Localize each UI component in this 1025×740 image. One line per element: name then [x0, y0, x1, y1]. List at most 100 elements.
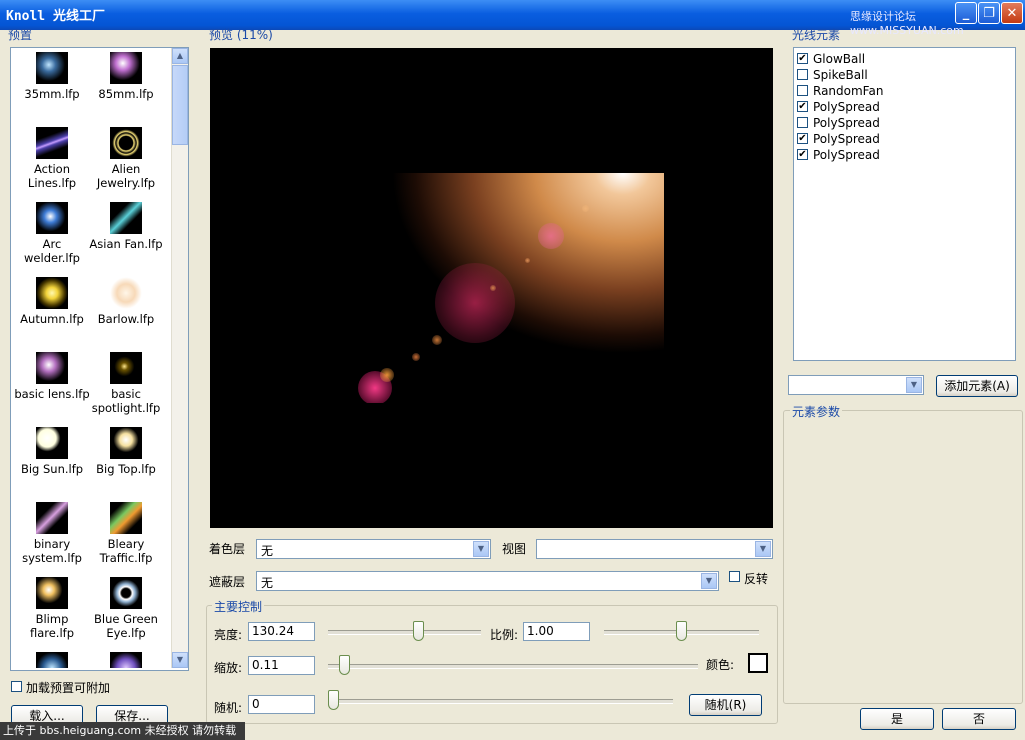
title-bar: Knoll 光线工厂 思缘设计论坛 www.MISSYUAN.com _ ❐ ✕ — [0, 0, 1025, 37]
preset-scrollbar[interactable]: ▲ ▼ — [171, 48, 188, 668]
chevron-down-icon[interactable]: ▼ — [701, 573, 717, 589]
view-label: 视图 — [502, 542, 527, 556]
random-button[interactable]: 随机(R) — [689, 694, 762, 716]
brightness-slider-track[interactable] — [328, 630, 481, 635]
elements-list[interactable]: ✔ GlowBall SpikeBall RandomFan ✔ PolySpread Po… — [793, 47, 1016, 361]
preset-label: Autumn.lfp — [20, 312, 84, 326]
preset-label: Blue Green Eye.lfp — [94, 612, 158, 640]
preset-label: binary system.lfp — [22, 537, 82, 565]
preset-label: basic spotlight.lfp — [91, 387, 161, 415]
preset-label: 85mm.lfp — [98, 87, 154, 101]
preset-item[interactable]: Blue Green Eye.lfp — [87, 577, 165, 640]
cancel-button[interactable]: 否 — [942, 708, 1016, 730]
scroll-thumb[interactable] — [172, 65, 188, 145]
element-name: RandomFan — [813, 84, 884, 98]
scale-slider-handle[interactable] — [339, 655, 350, 675]
preset-item[interactable]: basic lens.lfp — [13, 352, 91, 401]
chevron-down-icon[interactable]: ▼ — [755, 541, 771, 557]
preset-label: Big Sun.lfp — [20, 462, 84, 476]
app-title: Knoll 光线工厂 — [6, 9, 105, 24]
random-slider-handle[interactable] — [328, 690, 339, 710]
brightness-slider-handle[interactable] — [413, 621, 424, 641]
preset-item[interactable]: Action Lines.lfp — [13, 127, 91, 190]
element-name: GlowBall — [813, 52, 866, 66]
add-element-button[interactable]: 添加元素(A) — [936, 375, 1018, 397]
append-preset-checkbox[interactable] — [11, 681, 22, 692]
preset-label: Arc welder.lfp — [24, 237, 80, 265]
random-label: 随机: — [214, 701, 243, 715]
scroll-down-icon[interactable]: ▼ — [172, 652, 188, 668]
preset-item[interactable]: Alien Jewelry.lfp — [87, 127, 165, 190]
bottom-watermark: 上传于 bbs.heiguang.com 未经授权 请勿转载 — [0, 722, 245, 740]
scroll-up-icon[interactable]: ▲ — [172, 48, 188, 64]
scale-slider-track[interactable] — [328, 664, 698, 669]
preset-item[interactable]: Blimp flare.lfp — [13, 577, 91, 640]
preset-item[interactable]: 85mm.lfp — [87, 52, 165, 101]
element-checkbox[interactable]: ✔ — [797, 53, 808, 64]
preset-label: basic lens.lfp — [14, 387, 90, 401]
preset-item[interactable]: binary system.lfp — [13, 502, 91, 565]
preset-label: Alien Jewelry.lfp — [96, 162, 156, 190]
color-layer-select[interactable]: 无 ▼ — [256, 539, 491, 559]
close-button[interactable]: ✕ — [1001, 2, 1023, 24]
random-input[interactable]: 0 — [248, 695, 315, 714]
preset-item[interactable]: basic spotlight.lfp — [87, 352, 165, 415]
preset-label: 35mm.lfp — [24, 87, 80, 101]
flare-image — [320, 173, 664, 403]
flare-thumb — [110, 652, 142, 668]
element-name: PolySpread — [813, 100, 880, 114]
preset-item[interactable]: Bleary Traffic.lfp — [87, 502, 165, 565]
mask-layer-select[interactable]: 无 ▼ — [256, 571, 719, 591]
preset-item[interactable]: Big Top.lfp — [87, 427, 165, 476]
preset-item[interactable]: Barlow.lfp — [87, 277, 165, 326]
chevron-down-icon[interactable]: ▼ — [906, 377, 922, 393]
ok-button[interactable]: 是 — [860, 708, 934, 730]
element-name: PolySpread — [813, 116, 880, 130]
flare-thumb — [36, 127, 68, 159]
element-name: PolySpread — [813, 132, 880, 146]
ratio-input[interactable]: 1.00 — [523, 622, 590, 641]
flare-thumb — [110, 127, 142, 159]
flare-thumb — [36, 202, 68, 234]
element-name: PolySpread — [813, 148, 880, 162]
add-element-select[interactable]: ▼ — [788, 375, 924, 395]
element-checkbox[interactable] — [797, 85, 808, 96]
flare-thumb — [36, 352, 68, 384]
flare-thumb — [110, 577, 142, 609]
append-preset-label: 加载预置可附加 — [26, 681, 111, 695]
brightness-input[interactable]: 130.24 — [248, 622, 315, 641]
preset-item[interactable]: 35mm.lfp — [13, 52, 91, 101]
flare-thumb — [110, 277, 142, 309]
color-swatch[interactable] — [748, 653, 768, 673]
preview-canvas[interactable] — [210, 48, 773, 528]
element-checkbox[interactable]: ✔ — [797, 101, 808, 112]
ratio-slider-handle[interactable] — [676, 621, 687, 641]
random-slider-track[interactable] — [328, 699, 673, 704]
preset-label: Big Top.lfp — [96, 462, 156, 476]
main-controls-label: 主要控制 — [212, 598, 265, 615]
minimize-button[interactable]: _ — [955, 2, 977, 24]
restore-button[interactable]: ❐ — [978, 2, 1000, 24]
flare-thumb — [36, 652, 68, 668]
element-checkbox[interactable]: ✔ — [797, 149, 808, 160]
preset-label: Bleary Traffic.lfp — [99, 537, 153, 565]
element-checkbox[interactable] — [797, 69, 808, 80]
element-checkbox[interactable]: ✔ — [797, 133, 808, 144]
color-label: 颜色: — [706, 658, 735, 672]
preset-list[interactable]: 35mm.lfp 85mm.lfp Action Lines.lfp Alien Je… — [10, 47, 189, 671]
preset-item[interactable]: Autumn.lfp — [13, 277, 91, 326]
mask-layer-label: 遮蔽层 — [209, 575, 246, 589]
element-checkbox[interactable] — [797, 117, 808, 128]
view-select[interactable]: ▼ — [536, 539, 773, 559]
preset-label: Blimp flare.lfp — [29, 612, 75, 640]
preset-item[interactable]: Asian Fan.lfp — [87, 202, 165, 251]
preset-item[interactable]: Big Sun.lfp — [13, 427, 91, 476]
invert-checkbox[interactable] — [729, 571, 740, 582]
chevron-down-icon[interactable]: ▼ — [473, 541, 489, 557]
scale-label: 缩放: — [214, 661, 243, 675]
preview-label: 预览 (11%) — [209, 28, 273, 42]
preset-label: Barlow.lfp — [97, 312, 155, 326]
flare-thumb — [110, 502, 142, 534]
scale-input[interactable]: 0.11 — [248, 656, 315, 675]
preset-item[interactable]: Arc welder.lfp — [13, 202, 91, 265]
